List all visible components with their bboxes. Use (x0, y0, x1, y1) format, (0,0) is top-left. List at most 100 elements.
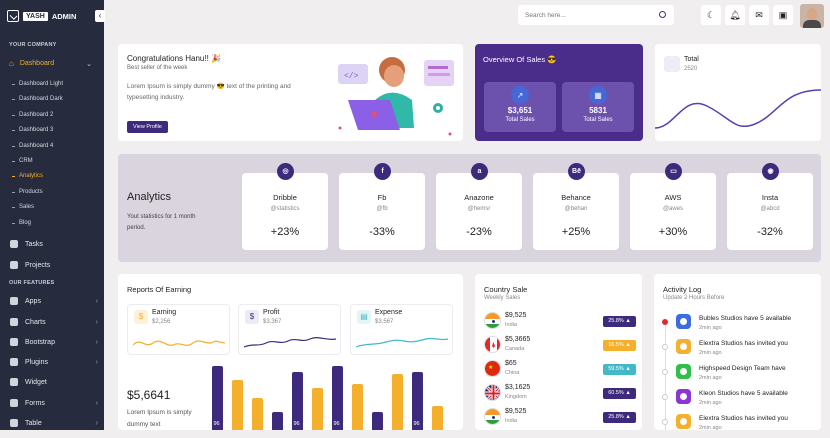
activity-text: Kleon Studios have 5 available (699, 390, 788, 397)
activity-time: 2min ago (699, 325, 722, 331)
analytics-card-behance[interactable]: Bē Behance @behan +25% (533, 163, 619, 250)
search-icon[interactable] (659, 11, 666, 18)
sidebar-item-table[interactable]: Table › (10, 417, 98, 429)
sidebar-item-tasks[interactable]: Tasks (10, 238, 98, 250)
logo-icon (7, 10, 19, 22)
overview-stat[interactable]: ↗ $3,651 Total Sales (484, 82, 556, 132)
country-name: India (505, 418, 517, 424)
section-your-company: YOUR COMPANY (9, 42, 57, 48)
congrats-card: Congratulations Hanu!! 🎉 Best seller of … (118, 44, 463, 141)
sidebar-sub-dashboard-dark[interactable]: Dashboard Dark (12, 96, 63, 102)
earning-stat[interactable]: $ Earning $2,256 (127, 304, 230, 355)
sidebar-item-dashboard[interactable]: ⌂ Dashboard ⌄ (9, 57, 104, 70)
country-row[interactable]: $5,3665 Canada 16.5% ▲ (484, 336, 636, 356)
sidebar-item-charts[interactable]: Charts › (10, 316, 98, 328)
sidebar-sub-dashboard-2[interactable]: Dashboard 2 (12, 112, 53, 118)
activity-icon (676, 414, 691, 429)
reports-title: Reports Of Earning (127, 285, 192, 294)
activity-subtitle: Update 2 Hours Before (663, 295, 725, 301)
activity-item[interactable]: Highspeed Design Team have 2min ago (662, 364, 817, 388)
bell-icon: 🔔︎ (729, 9, 741, 20)
view-profile-button[interactable]: View Profile (127, 121, 168, 133)
analytics-card-name: AWS (664, 193, 682, 202)
notifications-button[interactable]: 🔔︎ (725, 5, 745, 25)
expense-stat[interactable]: ▤ Expense $3,567 (350, 304, 453, 355)
analytics-card-insta[interactable]: ◉ Insta @abcd -32% (727, 163, 813, 250)
sidebar-item-projects[interactable]: Projects (10, 259, 98, 271)
growth-badge: 25.8% ▲ (603, 412, 636, 423)
activity-icon (676, 314, 691, 329)
analytics-card-anazone[interactable]: a Anazone @hemsr -23% (436, 163, 522, 250)
sidebar-item-bootstrap[interactable]: Bootstrap › (10, 336, 98, 348)
avatar[interactable] (800, 4, 824, 28)
sidebar-sub-dashboard-4[interactable]: Dashboard 4 (12, 143, 53, 149)
search-input[interactable] (525, 11, 650, 19)
messages-button[interactable]: ✉ (749, 5, 769, 25)
sidebar-item-apps[interactable]: Apps › (10, 295, 98, 307)
sidebar-item-label: Projects (25, 261, 51, 269)
earning-description: Lorem Ipsum is simply dummy text (127, 409, 192, 428)
expense-sparkline (356, 337, 448, 348)
sidebar-item-widget[interactable]: Widget (10, 376, 98, 388)
activity-item[interactable]: Kleon Studios have 5 available 2min ago (662, 389, 817, 413)
search-box[interactable] (518, 5, 674, 25)
logo[interactable]: YASH ADMIN (7, 8, 76, 24)
sidebar-sub-products[interactable]: Products (12, 189, 43, 195)
total-card: Total 2520 (655, 44, 821, 141)
overview-label: Total Sales (583, 117, 613, 123)
overview-title: Overview Of Sales 😎 (483, 55, 557, 64)
analytics-card-name: Dribble (273, 193, 297, 202)
earning-sparkline (133, 340, 225, 346)
overview-stat[interactable]: ▦ 5831 Total Sales (562, 82, 634, 132)
sidebar-sub-sales[interactable]: Sales (12, 204, 34, 210)
amazon-icon: a (471, 163, 488, 180)
country-row[interactable]: $3,1625 Kingdom 60.5% ▲ (484, 384, 636, 404)
overview-value: $3,651 (507, 106, 533, 115)
analytics-card-percent: +25% (561, 226, 591, 238)
sidebar-sub-analytics[interactable]: Analytics (12, 173, 43, 179)
overview-sales-card: Overview Of Sales 😎 ↗ $3,651 Total Sales… (475, 44, 643, 141)
sidebar-sub-dashboard-light[interactable]: Dashboard Light (12, 81, 63, 87)
dark-mode-button[interactable]: ☾ (701, 5, 721, 25)
overview-value: 5831 (589, 106, 607, 115)
sidebar-sub-blog[interactable]: Blog (12, 220, 31, 226)
country-row[interactable]: ★ $65 China 59.5% ▲ (484, 360, 636, 380)
timeline-dot (662, 419, 668, 425)
behance-icon: Bē (568, 163, 585, 180)
analytics-card-dribble[interactable]: ◎ Dribble @statistics +23% (242, 163, 328, 250)
country-value: $9,525 (505, 408, 527, 415)
dribbble-icon: ◎ (277, 163, 294, 180)
timeline-dot (662, 344, 668, 350)
country-value: $65 (505, 360, 517, 367)
activity-item[interactable]: Elextra Studios has invited you 2min ago (662, 414, 817, 438)
earning-bar-chart: 96 96 96 96 (212, 366, 443, 430)
activity-icon (676, 364, 691, 379)
sidebar: YASH ADMIN ‹ YOUR COMPANY ⌂ Dashboard ⌄ … (0, 0, 105, 430)
growth-badge: 59.5% ▲ (603, 364, 636, 375)
analytics-card-percent: +30% (658, 226, 688, 238)
bar-label: 96 (414, 421, 420, 427)
analytics-card-aws[interactable]: ▭ AWS @awes +30% (630, 163, 716, 250)
country-row[interactable]: $9,525 India 25.8% ▲ (484, 408, 636, 428)
activity-item[interactable]: Elextra Studios has invited you 2min ago (662, 339, 817, 363)
analytics-card-fb[interactable]: f Fb @fb -33% (339, 163, 425, 250)
analytics-card-handle: @awes (662, 206, 684, 212)
activity-time: 2min ago (699, 350, 722, 356)
profit-stat[interactable]: $ Profit $3,367 (238, 304, 341, 355)
section-our-features: OUR FEATURES (9, 280, 55, 286)
cart-button[interactable]: ▣ (773, 5, 793, 25)
total-wave-chart (655, 89, 821, 129)
analytics-card-percent: +23% (270, 226, 300, 238)
analytics-card-name: Behance (561, 193, 591, 202)
earning-total: $5,6641 (127, 388, 171, 402)
sidebar-item-forms[interactable]: Forms › (10, 397, 98, 409)
chevron-right-icon: › (95, 318, 98, 326)
activity-item[interactable]: Bubles Studios have 5 available 2min ago (662, 314, 817, 338)
sidebar-item-plugins[interactable]: Plugins › (10, 356, 98, 368)
sidebar-sub-crm[interactable]: CRM (12, 158, 33, 164)
sidebar-item-label: Tasks (25, 240, 43, 248)
stat-value: $3,567 (375, 319, 394, 325)
country-row[interactable]: $9,525 India 25.8% ▲ (484, 312, 636, 332)
sidebar-sub-dashboard-3[interactable]: Dashboard 3 (12, 127, 53, 133)
timeline-dot (662, 369, 668, 375)
